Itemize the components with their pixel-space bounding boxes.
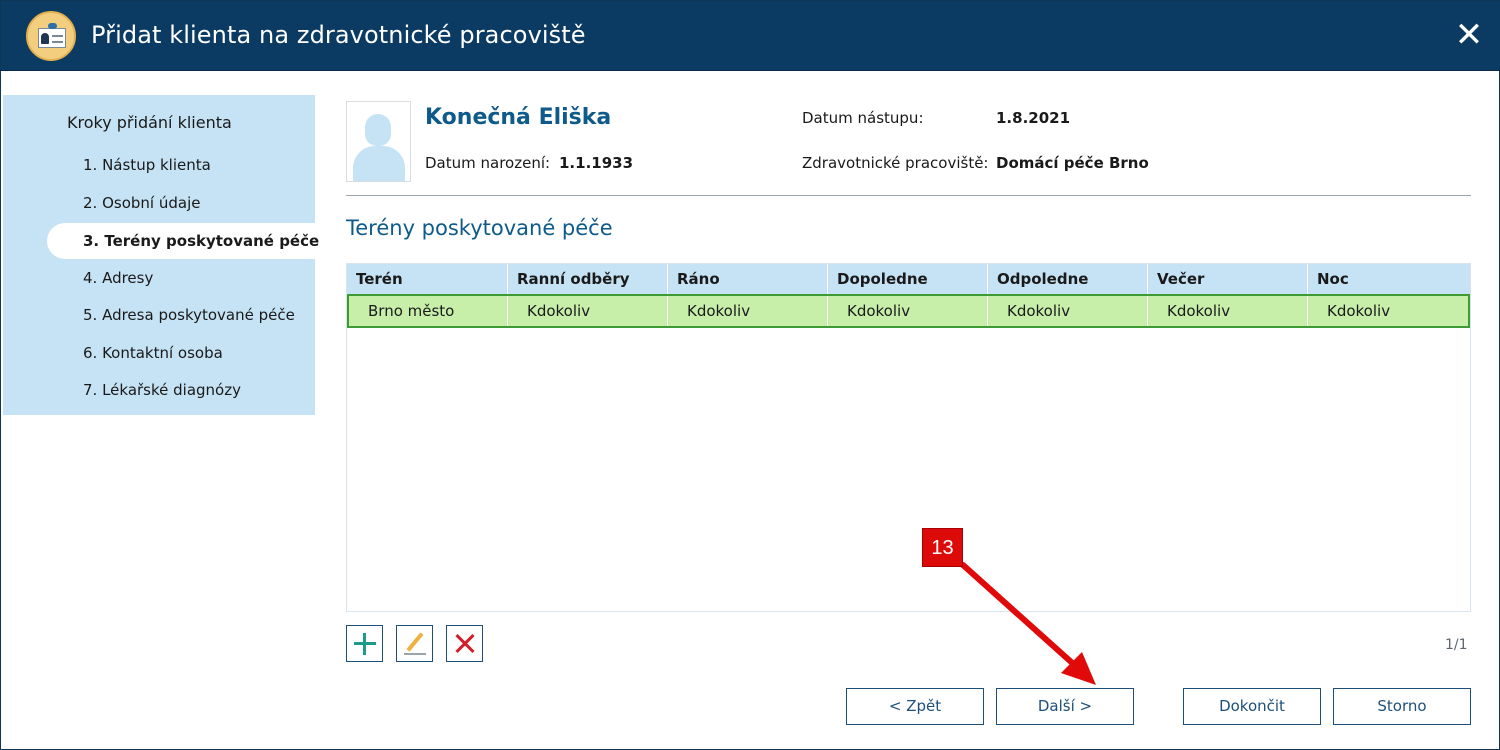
delete-row-button[interactable]	[446, 625, 483, 662]
workplace-value: Domácí péče Brno	[996, 154, 1149, 172]
sidebar-item-adresa-pece[interactable]: 5. Adresa poskytované péče	[83, 306, 295, 324]
workplace-label: Zdravotnické pracoviště:	[802, 154, 989, 172]
column-header-odpoledne[interactable]: Odpoledne	[987, 264, 1147, 294]
start-date-value: 1.8.2021	[996, 109, 1071, 127]
window-title: Přidat klienta na zdravotnické pracovišt…	[91, 21, 586, 49]
table-cell: Kdokoliv	[507, 296, 667, 326]
table-cell: Kdokoliv	[667, 296, 827, 326]
annotation-arrow	[960, 562, 1096, 685]
pencil-icon	[406, 632, 424, 652]
table-cell: Brno město	[368, 302, 455, 320]
client-name: Konečná Eliška	[425, 105, 612, 130]
column-header-rano[interactable]: Ráno	[667, 264, 827, 294]
cancel-button[interactable]: Storno	[1333, 688, 1471, 725]
column-header-noc[interactable]: Noc	[1307, 264, 1470, 294]
title-bar: Přidat klienta na zdravotnické pracovišt…	[1, 1, 1500, 71]
table-header: Terén Ranní odběry Ráno Dopoledne Odpole…	[347, 264, 1470, 294]
birth-date-label: Datum narození:	[425, 154, 551, 172]
annotation-step-badge: 13	[922, 528, 963, 567]
dialog-window: Přidat klienta na zdravotnické pracovišt…	[0, 0, 1500, 750]
sidebar-item-nastup[interactable]: 1. Nástup klienta	[83, 156, 211, 174]
add-row-button[interactable]	[346, 625, 383, 662]
birth-date-value: 1.1.1933	[559, 154, 634, 172]
header-divider	[346, 195, 1471, 196]
table-row[interactable]: Brno město Kdokoliv Kdokoliv Kdokoliv Kd…	[347, 294, 1470, 328]
client-card-icon	[26, 11, 76, 61]
column-header-teren[interactable]: Terén	[347, 264, 507, 294]
table-cell: Kdokoliv	[1307, 296, 1468, 326]
sidebar-item-osobni-udaje[interactable]: 2. Osobní údaje	[83, 194, 200, 212]
sidebar-item-kontaktni-osoba[interactable]: 6. Kontaktní osoba	[83, 344, 223, 362]
column-header-dopoledne[interactable]: Dopoledne	[827, 264, 987, 294]
sidebar-title: Kroky přidání klienta	[67, 113, 232, 132]
column-header-ranni-odbery[interactable]: Ranní odběry	[507, 264, 667, 294]
pager-indicator: 1/1	[1445, 637, 1468, 653]
sidebar-item-adresy[interactable]: 4. Adresy	[83, 269, 153, 287]
person-silhouette-icon	[365, 114, 391, 146]
sidebar-item-label-active: 3. Terény poskytované péče	[83, 232, 320, 250]
table-cell: Kdokoliv	[1147, 296, 1307, 326]
sidebar-item-tereny[interactable]: 3. Terény poskytované péče	[47, 223, 319, 259]
column-header-vecer[interactable]: Večer	[1147, 264, 1307, 294]
avatar	[346, 101, 411, 182]
table-cell: Kdokoliv	[987, 296, 1147, 326]
table-cell: Kdokoliv	[827, 296, 987, 326]
close-icon[interactable]: ✕	[1451, 17, 1487, 53]
steps-sidebar: Kroky přidání klienta 1. Nástup klienta …	[3, 95, 319, 415]
sidebar-item-diagnozy[interactable]: 7. Lékařské diagnózy	[83, 381, 241, 399]
edit-row-button[interactable]	[396, 625, 433, 662]
finish-button[interactable]: Dokončit	[1183, 688, 1321, 725]
section-title: Terény poskytované péče	[346, 216, 613, 240]
start-date-label: Datum nástupu:	[802, 109, 924, 127]
terrain-table: Terén Ranní odběry Ráno Dopoledne Odpole…	[346, 263, 1471, 612]
